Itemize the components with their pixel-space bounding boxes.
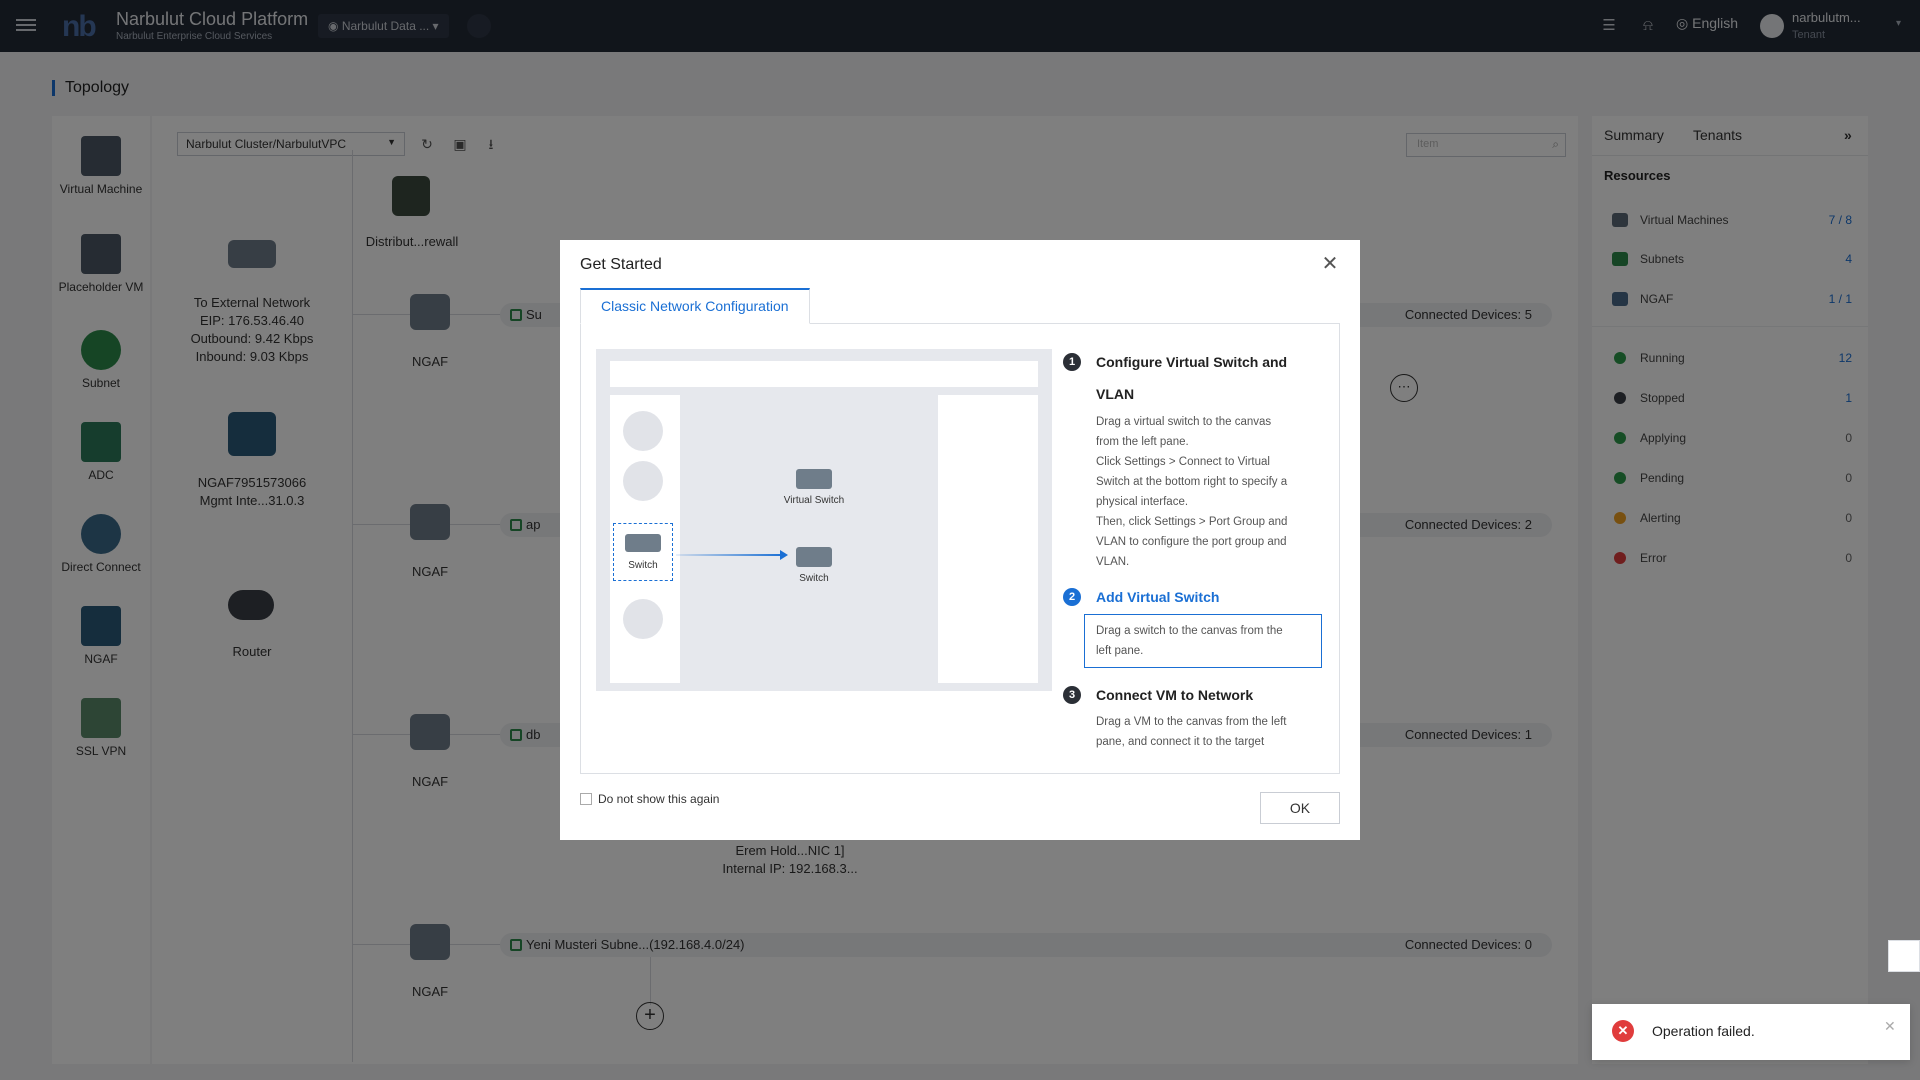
do-not-show-again-checkbox[interactable]: Do not show this again	[580, 792, 719, 806]
step-desc-line: Then, click Settings > Port Group and	[1096, 516, 1288, 528]
step-desc-line: Switch at the bottom right to specify a	[1096, 476, 1288, 488]
illustration-switch-label: Switch	[628, 560, 658, 571]
step-desc-line: from the left pane.	[1096, 436, 1189, 448]
checkbox-box[interactable]	[580, 793, 592, 805]
checkbox-label: Do not show this again	[598, 792, 720, 806]
step-description: Drag a virtual switch to the canvas from…	[1096, 412, 1296, 572]
step-description-active: Drag a switch to the canvas from the lef…	[1084, 614, 1322, 668]
switch-icon	[796, 547, 832, 567]
get-started-dialog: Get Started ✕ Classic Network Configurat…	[560, 240, 1360, 840]
close-icon[interactable]: ✕	[1320, 254, 1340, 274]
illustration-header	[610, 361, 1038, 387]
error-icon: ✕	[1612, 1020, 1634, 1042]
dialog-title: Get Started	[580, 256, 662, 273]
step-title: Connect VM to Network	[1096, 687, 1254, 703]
illustration-virtual-switch-label: Virtual Switch	[783, 495, 845, 506]
tab-classic-network-configuration[interactable]: Classic Network Configuration	[580, 288, 810, 324]
step-title-line: Configure Virtual Switch and	[1096, 354, 1288, 370]
virtual-switch-icon	[796, 469, 832, 489]
toast-message: Operation failed.	[1652, 1023, 1755, 1039]
ok-button[interactable]: OK	[1260, 792, 1340, 824]
drag-arrow	[676, 554, 784, 556]
error-toast: ✕ Operation failed. ✕	[1592, 1004, 1910, 1060]
step-desc-line: Click Settings > Connect to Virtual	[1096, 456, 1270, 468]
step-desc-line: Drag a virtual switch to the canvas	[1096, 416, 1272, 428]
dialog-tabbar: Classic Network Configuration	[580, 288, 1340, 324]
step-title-line: VLAN	[1096, 386, 1135, 402]
step-title-active[interactable]: Add Virtual Switch	[1096, 581, 1219, 613]
illustration-placeholder	[623, 411, 663, 451]
illustration-virtual-switch: Virtual Switch	[774, 469, 854, 506]
step-desc-line: VLAN.	[1096, 556, 1130, 568]
side-panel-toggle-icon[interactable]	[1888, 940, 1920, 972]
step-number: 2	[1063, 588, 1081, 606]
illustration-placeholder	[623, 461, 663, 501]
illustration-placeholder	[623, 599, 663, 639]
illustration-switch2-label: Switch	[799, 573, 829, 584]
illustration-switch-selected: Switch	[613, 523, 673, 581]
switch-icon	[625, 534, 661, 552]
step-desc-line: Drag a VM to the canvas from the left	[1096, 716, 1287, 728]
step-title: Configure Virtual Switch and VLAN	[1096, 346, 1287, 410]
step-description: Drag a VM to the canvas from the left pa…	[1096, 712, 1296, 752]
arrow-head-icon	[780, 550, 788, 560]
step-number: 1	[1063, 353, 1081, 371]
illustration-right-pane	[938, 395, 1038, 683]
step-desc-line: VLAN to configure the port group and	[1096, 536, 1287, 548]
step-desc-line: pane, and connect it to the target	[1096, 736, 1265, 748]
guide-illustration: Switch Virtual Switch Switch	[596, 349, 1052, 691]
step-desc-line: left pane.	[1096, 645, 1144, 657]
step-number: 3	[1063, 686, 1081, 704]
close-icon[interactable]: ✕	[1884, 1018, 1896, 1035]
step-desc-line: physical interface.	[1096, 496, 1189, 508]
step-desc-line: Drag a switch to the canvas from the	[1096, 625, 1283, 637]
